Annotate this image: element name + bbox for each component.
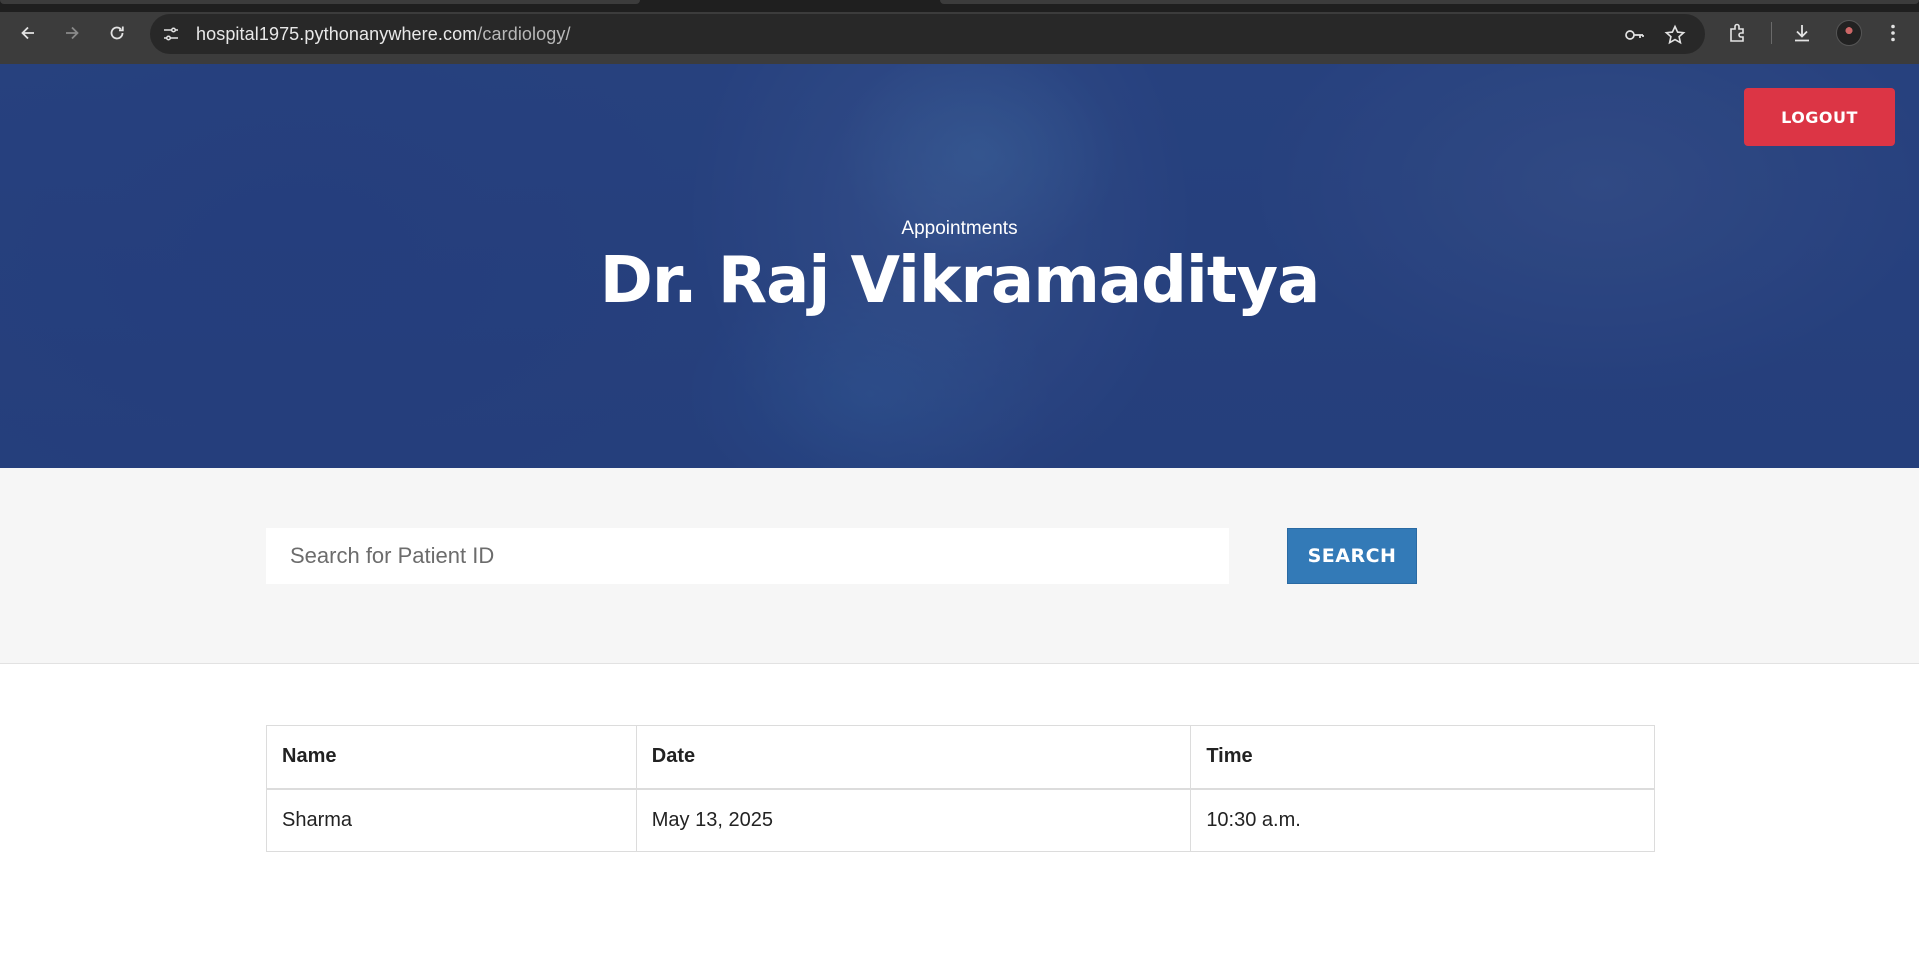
search-button[interactable]: SEARCH [1287,528,1417,584]
appointments-table-container: Name Date Time Sharma May 13, 2025 10:30… [266,725,1655,852]
table-header-row: Name Date Time [266,725,1655,790]
arrow-right-icon [66,26,79,40]
cell-date: May 13, 2025 [635,788,1192,852]
logout-button[interactable]: LOGOUT [1744,88,1895,146]
tab-edge [940,0,1919,4]
reload-button[interactable] [103,19,131,47]
table-row: Sharma May 13, 2025 10:30 a.m. [266,788,1655,852]
page-subtitle: Appointments [901,218,1018,239]
url-host: hospital1975.pythonanywhere.com [196,24,478,44]
url-text[interactable]: hospital1975.pythonanywhere.com/cardiolo… [196,24,571,45]
site-info-icon[interactable] [160,23,182,45]
downloads-icon[interactable] [1789,20,1815,46]
tab-edge [0,0,640,4]
hero-banner: Appointments Dr. Raj Vikramaditya LOGOUT [0,64,1919,468]
cell-time: 10:30 a.m. [1190,788,1655,852]
browser-toolbar: hospital1975.pythonanywhere.com/cardiolo… [0,0,1919,64]
url-path: /cardiology/ [477,24,571,44]
more-menu-icon[interactable] [1880,20,1906,46]
address-bar[interactable]: hospital1975.pythonanywhere.com/cardiolo… [150,14,1705,54]
toolbar-divider [1771,22,1772,44]
cell-name: Sharma [266,788,637,852]
profile-avatar[interactable] [1836,20,1862,46]
appointments-table: Name Date Time Sharma May 13, 2025 10:30… [266,725,1655,852]
forward-button[interactable] [58,19,86,47]
column-header-date: Date [635,725,1192,790]
search-section: SEARCH [0,468,1919,664]
patient-id-search-input[interactable] [266,528,1229,584]
bookmark-star-icon[interactable] [1664,24,1686,46]
back-button[interactable] [14,19,42,47]
extensions-icon[interactable] [1725,20,1751,46]
arrow-left-icon [21,26,34,40]
reload-icon [110,26,124,40]
column-header-name: Name [266,725,637,790]
column-header-time: Time [1190,725,1655,790]
page-title: Dr. Raj Vikramaditya [599,244,1321,318]
password-key-icon[interactable] [1623,24,1645,46]
